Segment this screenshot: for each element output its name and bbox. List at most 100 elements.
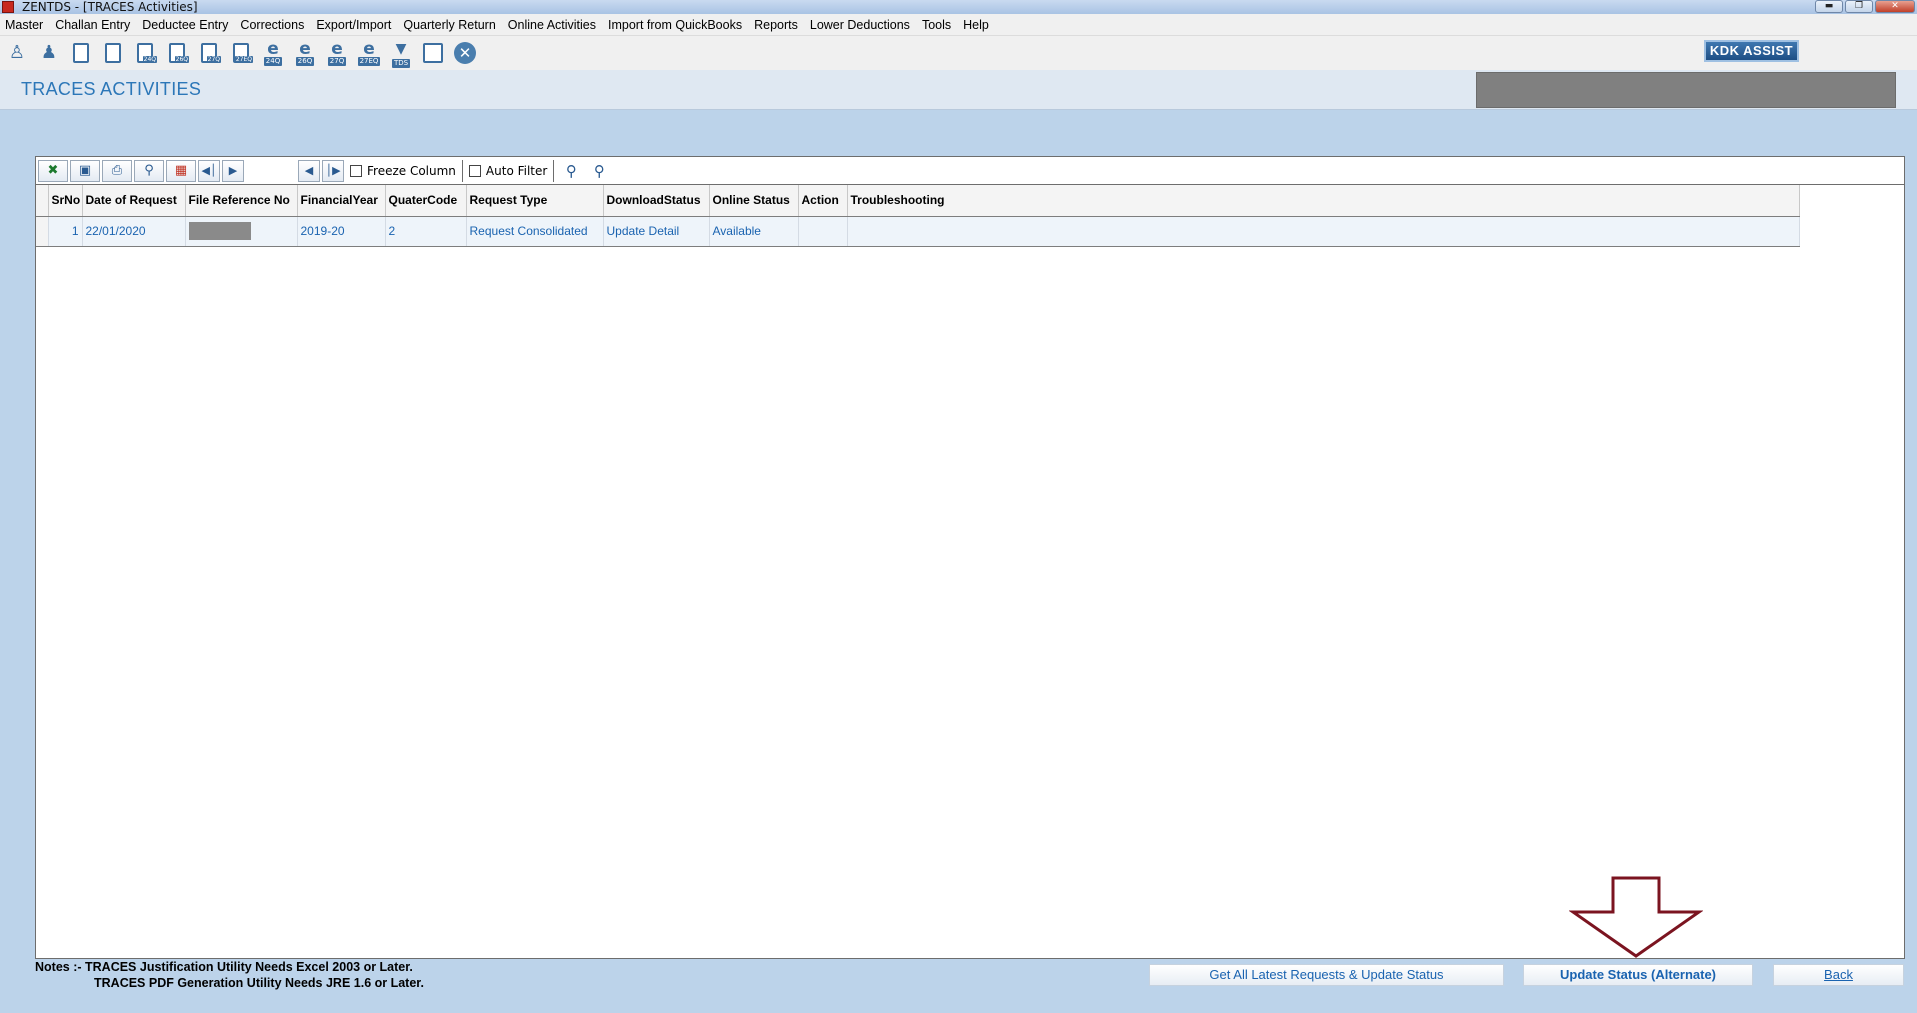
redacted-user-info <box>1476 72 1896 108</box>
e-24q-icon[interactable]: e 24Q <box>260 40 286 66</box>
prev-page-icon[interactable]: ◀ <box>298 159 320 182</box>
page-title: TRACES ACTIVITIES <box>21 79 202 99</box>
auto-filter-checkbox[interactable] <box>468 164 481 177</box>
menu-reports[interactable]: Reports <box>748 18 804 32</box>
grid-toolbar: ✖ ▣ ⎙ ⚲ ▦ ◀│ ▶ ◀ │▶ Freeze Column Auto F… <box>36 157 1904 185</box>
cell-file-reference <box>185 216 298 247</box>
print-icon[interactable]: ⎙ <box>102 159 132 182</box>
down-arrow-annotation <box>1569 876 1703 958</box>
tag-26q: 26Q <box>174 56 189 63</box>
form-24q-icon[interactable] <box>68 40 94 66</box>
e-tag-26q: 26Q <box>295 56 315 66</box>
update-status-alternate-button[interactable]: Update Status (Alternate) <box>1523 964 1753 986</box>
export-pdf-icon[interactable]: ▣ <box>70 159 100 182</box>
col-action[interactable]: Action <box>798 185 848 217</box>
app-icon <box>2 1 14 13</box>
cell-request-type[interactable]: Request Consolidated <box>466 216 604 247</box>
form-27eq-doc-icon[interactable]: 27EQ <box>228 40 254 66</box>
kdk-assist-button[interactable]: KDK ASSIST <box>1704 40 1799 62</box>
notes: Notes :- TRACES Justification Utility Ne… <box>35 959 424 991</box>
e-26q-icon[interactable]: e 26Q <box>292 40 318 66</box>
row-selector-header <box>36 185 49 217</box>
col-financial-year[interactable]: FinancialYear <box>297 185 386 217</box>
menu-bar: Master Challan Entry Deductee Entry Corr… <box>0 14 1917 36</box>
col-request-type[interactable]: Request Type <box>466 185 604 217</box>
icon-toolbar: ♙ ♟ 24Q 26Q 27Q 27EQ e 24Q e 26Q e 27Q e 27E… <box>0 36 1917 70</box>
menu-export-import[interactable]: Export/Import <box>310 18 397 32</box>
traces-table: SrNo Date of Request File Reference No F… <box>36 185 1800 247</box>
menu-import-quickbooks[interactable]: Import from QuickBooks <box>602 18 748 32</box>
col-download-status[interactable]: DownloadStatus <box>603 185 710 217</box>
cell-financial-year: 2019-20 <box>297 216 386 247</box>
get-all-requests-button[interactable]: Get All Latest Requests & Update Status <box>1149 964 1504 986</box>
freeze-column-toggle[interactable]: Freeze Column <box>350 159 463 182</box>
e-tag-27q: 27Q <box>327 56 347 66</box>
auto-filter-label: Auto Filter <box>485 163 548 178</box>
table-header-row: SrNo Date of Request File Reference No F… <box>36 185 1800 217</box>
redacted-file-reference <box>188 222 251 240</box>
form-24q-doc-icon[interactable]: 24Q <box>132 40 158 66</box>
cell-troubleshooting[interactable] <box>847 216 1800 247</box>
menu-corrections[interactable]: Corrections <box>234 18 310 32</box>
col-date-of-request[interactable]: Date of Request <box>82 185 186 217</box>
menu-challan-entry[interactable]: Challan Entry <box>49 18 136 32</box>
back-button[interactable]: Back <box>1773 964 1904 986</box>
col-online-status[interactable]: Online Status <box>709 185 799 217</box>
row-selector[interactable] <box>36 216 49 247</box>
menu-tools[interactable]: Tools <box>916 18 957 32</box>
tds-icon[interactable]: ▼ TDS <box>388 40 414 68</box>
notes-line-1: Notes :- TRACES Justification Utility Ne… <box>35 960 413 974</box>
cell-action[interactable] <box>798 216 848 247</box>
menu-lower-deductions[interactable]: Lower Deductions <box>804 18 916 32</box>
form-26q-doc-icon[interactable]: 26Q <box>164 40 190 66</box>
e-27eq-icon[interactable]: e 27EQ <box>356 40 382 66</box>
deductor-icon[interactable]: ♙ <box>4 40 30 66</box>
deductee-icon[interactable]: ♟ <box>36 40 62 66</box>
export-excel-icon[interactable]: ✖ <box>38 159 68 182</box>
col-file-reference-no[interactable]: File Reference No <box>185 185 298 217</box>
title-bar: ZENTDS - [TRACES Activities] ▬ ❐ ✕ <box>0 0 1917 14</box>
menu-quarterly-return[interactable]: Quarterly Return <box>397 18 501 32</box>
page-header: TRACES ACTIVITIES <box>0 70 1917 110</box>
table-row[interactable]: 1 22/01/2020 2019-20 2 Request Consolida… <box>36 216 1800 247</box>
cell-online-status: Available <box>709 216 799 247</box>
e-tag-27eq: 27EQ <box>357 56 381 66</box>
e-tag-24q: 24Q <box>263 56 283 66</box>
close-round-icon[interactable]: ✕ <box>452 40 478 66</box>
menu-help[interactable]: Help <box>957 18 995 32</box>
auto-filter-toggle[interactable]: Auto Filter <box>468 159 555 182</box>
group-icon[interactable]: ▦ <box>166 159 196 182</box>
notes-line-2: TRACES PDF Generation Utility Needs JRE … <box>94 976 424 990</box>
preview-icon[interactable]: ⚲ <box>134 159 164 182</box>
cell-quarter-code: 2 <box>385 216 467 247</box>
window-title: ZENTDS - [TRACES Activities] <box>22 0 198 14</box>
col-troubleshooting[interactable]: Troubleshooting <box>847 185 1800 217</box>
minimize-button[interactable]: ▬ <box>1815 0 1843 13</box>
menu-master[interactable]: Master <box>0 18 49 32</box>
restore-button[interactable]: ❐ <box>1845 0 1873 13</box>
menu-deductee-entry[interactable]: Deductee Entry <box>136 18 234 32</box>
form-27q-doc-icon[interactable]: 27Q <box>196 40 222 66</box>
find-next-icon[interactable]: ⚲ <box>588 160 610 182</box>
next-page-icon[interactable]: ▶ <box>222 159 244 182</box>
freeze-column-checkbox[interactable] <box>350 164 362 177</box>
cell-download-status[interactable]: Update Detail <box>603 216 710 247</box>
menu-online-activities[interactable]: Online Activities <box>502 18 602 32</box>
tag-24q: 24Q <box>142 56 157 63</box>
pdf-report-icon[interactable] <box>420 40 446 66</box>
tds-tag: TDS <box>391 58 411 68</box>
cell-srno: 1 <box>48 216 83 247</box>
close-window-button[interactable]: ✕ <box>1875 0 1915 13</box>
col-quarter-code[interactable]: QuaterCode <box>385 185 467 217</box>
form-26q-icon[interactable] <box>100 40 126 66</box>
tag-27q: 27Q <box>206 56 221 63</box>
find-icon[interactable]: ⚲ <box>560 160 582 182</box>
traces-grid: ✖ ▣ ⎙ ⚲ ▦ ◀│ ▶ ◀ │▶ Freeze Column Auto F… <box>35 156 1905 959</box>
first-page-icon[interactable]: ◀│ <box>198 159 220 182</box>
window-controls: ▬ ❐ ✕ <box>1815 0 1915 13</box>
last-page-icon[interactable]: │▶ <box>322 159 344 182</box>
col-srno[interactable]: SrNo <box>48 185 83 217</box>
freeze-column-label: Freeze Column <box>367 163 456 178</box>
e-27q-icon[interactable]: e 27Q <box>324 40 350 66</box>
cell-date: 22/01/2020 <box>82 216 186 247</box>
